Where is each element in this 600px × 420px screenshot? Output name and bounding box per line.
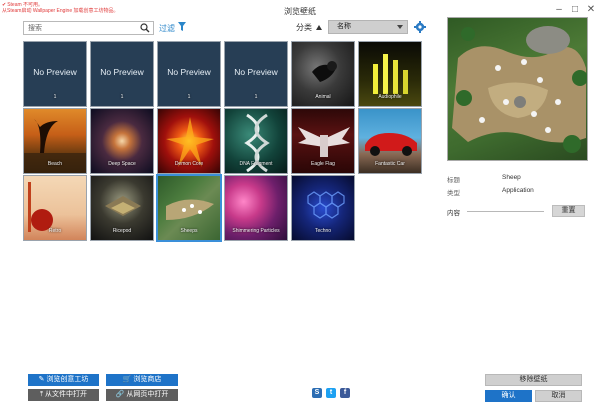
wallpaper-label: Audiophile [378, 94, 402, 100]
no-preview-text: No Preview [234, 67, 278, 77]
minimize-button[interactable]: – [552, 4, 566, 16]
maximize-button[interactable]: □ [568, 4, 582, 16]
wallpaper-label: Ricepod [112, 228, 132, 234]
wallpaper-label: Animal [315, 94, 331, 100]
type-value: Application [502, 187, 534, 194]
wallpaper-tile-techno[interactable]: Techno [291, 175, 355, 241]
wallpaper-tile-dna[interactable]: DNA Fragment [224, 108, 288, 174]
wallpaper-label: Fantastic Car [375, 161, 405, 167]
cancel-button[interactable]: 取消 [535, 390, 582, 402]
wallpaper-label: Eagle Flag [311, 161, 335, 167]
twitter-icon[interactable]: t [326, 388, 336, 398]
wallpaper-label: 1 [53, 94, 57, 100]
wallpaper-label: Sheeps [180, 228, 198, 234]
window-title: 浏览壁纸 [284, 7, 316, 16]
browse-workshop-button[interactable]: ✎ 浏览创意工坊 [28, 374, 99, 386]
upload-icon: ⤒ [39, 391, 44, 398]
wallpaper-label: Shimmering Particles [232, 228, 280, 234]
title-label: 标题 [447, 177, 460, 184]
type-label: 类型 [447, 190, 460, 197]
facebook-icon[interactable]: f [340, 388, 350, 398]
wallpaper-tile-animal[interactable]: Animal [291, 41, 355, 107]
wallpaper-tile[interactable]: No Preview 1 [224, 41, 288, 107]
wallpaper-label: DNA Fragment [239, 161, 273, 167]
wallpaper-tile-beach[interactable]: Beach [23, 108, 87, 174]
content-slider[interactable] [467, 211, 544, 212]
wallpaper-tile-shimmering-particles[interactable]: Shimmering Particles [224, 175, 288, 241]
sort-select[interactable]: 名称 [328, 20, 408, 34]
content-label: 内容 [447, 210, 460, 217]
wallpaper-preview [447, 17, 588, 161]
browse-workshop-label: 浏览创意工坊 [46, 376, 89, 383]
link-icon: 🔗 [115, 391, 125, 398]
wallpaper-label: Demon Core [174, 161, 204, 167]
search-input[interactable] [24, 22, 134, 34]
wallpaper-tile[interactable]: No Preview 1 [23, 41, 87, 107]
title-value: Sheep [502, 174, 521, 181]
cart-icon: 🛒 [122, 376, 132, 383]
open-from-web-button[interactable]: 🔗 从网页中打开 [106, 389, 178, 401]
no-preview-text: No Preview [167, 67, 211, 77]
wallpaper-label: Beach [47, 161, 63, 167]
open-from-file-label: 从文件中打开 [45, 391, 88, 398]
wallpaper-label: 1 [187, 94, 191, 100]
steam-icon[interactable]: S [312, 388, 322, 398]
wallpaper-label: 1 [254, 94, 258, 100]
no-preview-text: No Preview [100, 67, 144, 77]
filter-icon[interactable] [178, 22, 186, 32]
wallpaper-label: Retro [48, 228, 62, 234]
wallpaper-tile-audiophile[interactable]: Audiophile [358, 41, 422, 107]
no-preview-text: No Preview [33, 67, 77, 77]
ok-button[interactable]: 确认 [485, 390, 532, 402]
wallpaper-tile-eagle-flag[interactable]: Eagle Flag [291, 108, 355, 174]
search-box[interactable] [23, 21, 154, 35]
wallpaper-label: Techno [314, 228, 332, 234]
browse-store-label: 浏览商店 [133, 376, 162, 383]
wallpaper-tile-retro[interactable]: Retro [23, 175, 87, 241]
gear-icon[interactable] [414, 21, 426, 33]
wallpaper-tile[interactable]: No Preview 1 [90, 41, 154, 107]
preview-image [452, 26, 587, 153]
browse-store-button[interactable]: 🛒 浏览商店 [106, 374, 178, 386]
wallpaper-tile-fantastic-car[interactable]: Fantastic Car [358, 108, 422, 174]
open-from-web-label: 从网页中打开 [126, 391, 169, 398]
sort-label: 分类 [296, 23, 312, 32]
sort-ascending-icon[interactable] [316, 25, 322, 30]
filter-link[interactable]: 过滤 [159, 23, 175, 34]
search-icon[interactable] [140, 23, 150, 33]
wallpaper-tile-sheeps[interactable]: Sheeps [156, 174, 222, 242]
remove-wallpaper-button[interactable]: 移除壁纸 [485, 374, 582, 386]
wallpaper-tile[interactable]: No Preview 1 [157, 41, 221, 107]
wallpaper-label: Deep Space [108, 161, 136, 167]
wrench-icon: ✎ [38, 376, 45, 383]
close-button[interactable]: ✕ [584, 4, 598, 16]
wallpaper-tile-ricepod[interactable]: Ricepod [90, 175, 154, 241]
wallpaper-tile-deep-space[interactable]: Deep Space [90, 108, 154, 174]
wallpaper-tile-demon-core[interactable]: Demon Core [157, 108, 221, 174]
reset-button[interactable]: 重置 [552, 205, 585, 217]
open-from-file-button[interactable]: ⤒ 从文件中打开 [28, 389, 99, 401]
wallpaper-label: 1 [120, 94, 124, 100]
